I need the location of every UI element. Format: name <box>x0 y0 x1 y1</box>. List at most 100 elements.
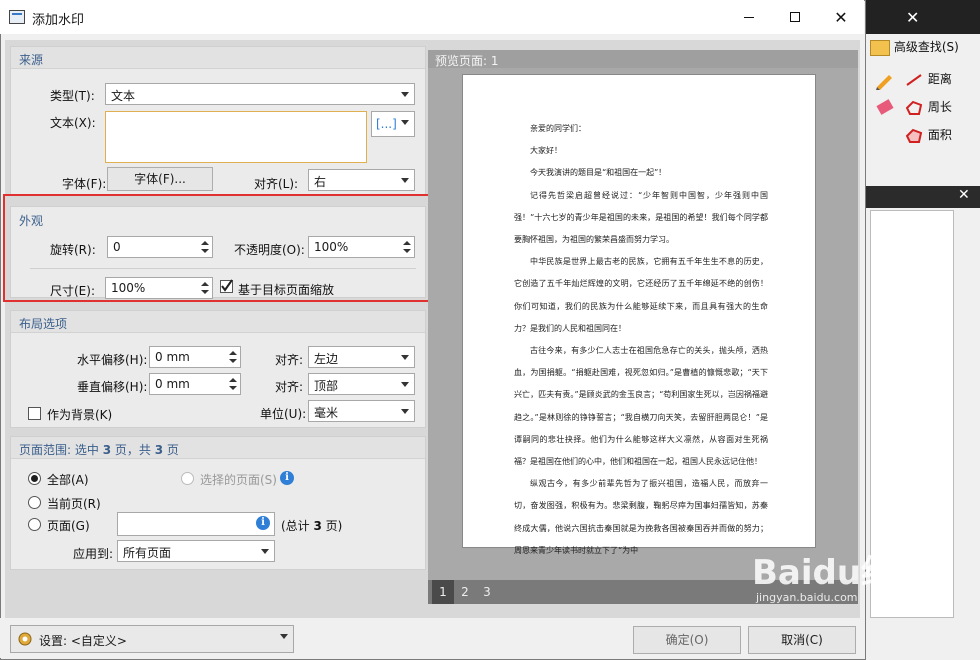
all-pages-radio[interactable] <box>28 472 41 485</box>
gear-icon <box>18 632 32 646</box>
watermark-brand: Baidu经验 <box>752 553 930 593</box>
apply-to-label: 应用到: <box>73 547 114 561</box>
app-icon <box>9 10 25 24</box>
v-offset-spinner[interactable]: 0 mm <box>149 373 241 395</box>
ok-button[interactable]: 确定(O) <box>633 626 741 654</box>
pages-radio[interactable] <box>28 518 41 531</box>
dialog-titlebar: 添加水印 ✕ <box>0 0 864 34</box>
pencil-icon[interactable] <box>874 70 896 90</box>
h-align-label: 对齐: <box>275 353 304 367</box>
total-pages-text: (总计 3 页) <box>281 517 342 534</box>
cancel-button[interactable]: 取消(C) <box>748 626 856 654</box>
distance-tool[interactable]: 距离 <box>904 70 952 88</box>
background-checkbox-label[interactable]: 作为背景(K) <box>47 406 112 423</box>
eraser-icon[interactable] <box>874 98 896 118</box>
close-icon: ✕ <box>834 7 848 27</box>
source-group-header <box>11 47 425 69</box>
maximize-button[interactable] <box>772 0 818 34</box>
info-icon[interactable]: i <box>256 516 270 530</box>
font-label: 字体(F): <box>62 177 107 191</box>
total-pages-prefix: (总计 <box>281 519 314 533</box>
total-count: 3 <box>154 443 164 457</box>
panel-close-icon[interactable]: ✕ <box>958 187 970 203</box>
page-tab-1[interactable]: 1 <box>432 580 454 604</box>
spin-down-icon[interactable] <box>229 386 237 390</box>
font-button[interactable]: 字体(F)... <box>107 167 213 191</box>
current-page-label[interactable]: 当前页(R) <box>47 495 101 512</box>
settings-label: 设置: <box>39 634 68 648</box>
h-offset-value: 0 mm <box>155 350 190 364</box>
perimeter-icon <box>905 100 923 115</box>
minimize-button[interactable] <box>726 0 772 34</box>
all-pages-label[interactable]: 全部(A) <box>47 471 89 488</box>
background-checkbox[interactable] <box>28 407 41 420</box>
baidu-watermark: Baidu经验 jingyan.baidu.com <box>752 555 929 604</box>
page-range-title: 页面范围: 选中 3 页，共 3 页 <box>19 441 179 458</box>
selected-pages-radio[interactable] <box>181 472 194 485</box>
unit-label: 单位(U): <box>260 407 307 421</box>
v-offset-label: 垂直偏移(H): <box>77 380 148 394</box>
highlight-box <box>3 194 434 302</box>
apply-to-select[interactable]: 所有页面 <box>117 540 275 562</box>
total-pages-suffix: 页) <box>321 519 343 533</box>
v-align-label: 对齐: <box>275 380 304 394</box>
advanced-find-button[interactable]: 高级查找(S) <box>870 38 959 56</box>
total-pages-count: 3 <box>313 519 322 533</box>
selected-pages-label[interactable]: 选择的页面(S) <box>200 471 277 488</box>
document-paragraph: 古往今来，有多少仁人志士在祖国危急存亡的关头，抛头颅，洒热血，为国捐躯。“捐躯赴… <box>514 346 768 467</box>
align-select[interactable]: 右 <box>308 169 415 191</box>
document-paragraph: 记得先哲梁启超曾经说过：“少年智则中国智，少年强则中国强！”十六七岁的青少年是祖… <box>514 190 768 245</box>
v-offset-value: 0 mm <box>155 377 190 391</box>
document-paragraph: 中华民族是世界上最古老的民族，它拥有五千年生生不息的历史，它创造了五千年灿烂辉煌… <box>514 257 768 333</box>
dialog-title: 添加水印 <box>32 13 85 28</box>
document-paragraph: 纵观古今，有多少前辈先哲为了振兴祖国，造福人民，而放弃一切，奋发图强，积极有为。… <box>514 479 768 555</box>
page-range-title-prefix: 页面范围: 选中 <box>19 443 103 457</box>
selected-count: 3 <box>102 443 112 457</box>
background-panel-header: ✕ <box>866 186 980 208</box>
preview-document-text: 亲爱的同学们： 大家好！ 今天我演讲的题目是“和祖国在一起”！ 记得先哲梁启超曾经说过… <box>514 118 768 562</box>
settings-select[interactable]: 设置: <自定义> <box>10 625 294 653</box>
document-paragraph: 亲爱的同学们： <box>530 124 586 133</box>
unit-select[interactable]: 毫米 <box>308 400 415 422</box>
info-icon[interactable]: i <box>280 471 294 485</box>
type-select[interactable]: 文本 <box>105 83 415 105</box>
type-label: 类型(T): <box>50 89 95 103</box>
text-variable-button[interactable]: [...] <box>371 111 415 137</box>
document-paragraph: 大家好！ <box>530 146 562 156</box>
area-tool[interactable]: 面积 <box>904 126 952 144</box>
background-close-icon[interactable]: ✕ <box>906 8 919 27</box>
background-scrollbar[interactable] <box>954 210 970 618</box>
preview-title: 预览页面: 1 <box>435 54 499 68</box>
page-range-title-mid: 页，共 <box>111 443 155 457</box>
document-paragraph: 今天我演讲的题目是“和祖国在一起”！ <box>530 168 667 178</box>
layout-group-header <box>11 311 425 333</box>
page-tab-2[interactable]: 2 <box>454 580 476 604</box>
minimize-icon <box>744 16 754 18</box>
page-range-title-suffix: 页 <box>163 443 179 457</box>
h-align-select[interactable]: 左边 <box>308 346 415 368</box>
text-label: 文本(X): <box>50 116 96 130</box>
h-offset-label: 水平偏移(H): <box>77 353 148 367</box>
folder-search-icon <box>870 39 890 56</box>
background-app-titlebar: ✕ <box>866 0 980 34</box>
pages-label[interactable]: 页面(G) <box>47 517 90 534</box>
pages-input[interactable] <box>117 512 275 536</box>
current-page-radio[interactable] <box>28 496 41 509</box>
page-tab-3[interactable]: 3 <box>476 580 498 604</box>
text-input[interactable] <box>105 111 367 163</box>
h-offset-spinner[interactable]: 0 mm <box>149 346 241 368</box>
align-label: 对齐(L): <box>254 177 299 191</box>
distance-icon <box>906 73 922 86</box>
spin-up-icon[interactable] <box>229 351 237 355</box>
v-align-select[interactable]: 顶部 <box>308 373 415 395</box>
spin-up-icon[interactable] <box>229 378 237 382</box>
source-group-title: 来源 <box>19 53 44 67</box>
preview-header: 预览页面: 1 <box>428 50 858 68</box>
layout-group-title: 布局选项 <box>19 317 68 331</box>
area-icon <box>905 128 923 143</box>
settings-value: <自定义> <box>70 634 127 648</box>
perimeter-tool[interactable]: 周长 <box>904 98 952 116</box>
close-button[interactable]: ✕ <box>818 0 864 34</box>
maximize-icon <box>790 12 800 22</box>
spin-down-icon[interactable] <box>229 359 237 363</box>
